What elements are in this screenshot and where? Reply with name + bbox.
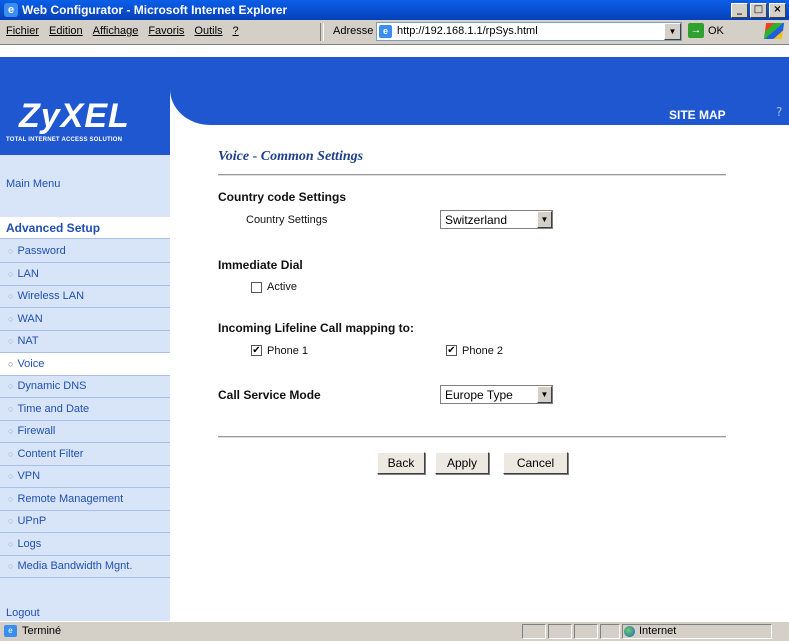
radio-icon: ○	[8, 404, 14, 414]
form-divider	[218, 436, 726, 438]
radio-icon: ○	[8, 291, 14, 301]
go-arrow-icon: →	[688, 23, 704, 38]
go-label: OK	[708, 24, 724, 37]
call-service-mode-select[interactable]: Europe Type ▼	[440, 385, 553, 404]
phone2-label: Phone 2	[462, 345, 503, 357]
active-checkbox[interactable]	[251, 282, 262, 293]
logo-tagline: TOTAL INTERNET ACCESS SOLUTION	[6, 137, 123, 143]
browser-menubar: Fichier Edition Affichage Favoris Outils…	[0, 20, 789, 45]
window-controls: _ □ ×	[731, 3, 786, 18]
sidebar-item-firewall[interactable]: ○ Firewall	[0, 420, 170, 443]
radio-icon: ○	[8, 471, 14, 481]
logout-link[interactable]: Logout	[0, 605, 170, 621]
radio-icon: ○	[8, 336, 14, 346]
address-label: Adresse	[333, 25, 374, 37]
go-button[interactable]: → OK	[688, 23, 724, 38]
address-url: http://192.168.1.1/rpSys.html	[397, 25, 538, 37]
phone2-checkbox[interactable]: ✔	[446, 345, 457, 356]
status-pane	[600, 624, 620, 639]
close-button[interactable]: ×	[769, 3, 786, 18]
maximize-button[interactable]: □	[750, 3, 767, 18]
sidebar-item-lan[interactable]: ○ LAN	[0, 263, 170, 286]
status-pane	[548, 624, 572, 639]
service-mode-heading: Call Service Mode	[218, 388, 321, 402]
page-content: SITE MAP ? ZyXEL TOTAL INTERNET ACCESS S…	[0, 45, 789, 621]
window-titlebar: e Web Configurator - Microsoft Internet …	[0, 0, 789, 20]
windows-logo-icon	[763, 23, 785, 39]
radio-icon: ○	[8, 381, 14, 391]
sidebar-item-dynamic-dns[interactable]: ○ Dynamic DNS	[0, 375, 170, 398]
radio-icon: ○	[8, 516, 14, 526]
apply-button[interactable]: Apply	[435, 452, 489, 474]
sidebar-item-media-bandwidth[interactable]: ○ Media Bandwidth Mgnt.	[0, 555, 170, 578]
address-dropdown-icon[interactable]: ▼	[664, 23, 681, 40]
advanced-setup-header: Advanced Setup	[0, 217, 170, 239]
browser-statusbar: e Terminé Internet	[0, 621, 789, 641]
radio-icon: ○	[8, 494, 14, 504]
active-label: Active	[267, 281, 297, 293]
phone1-checkbox[interactable]: ✔	[251, 345, 262, 356]
chevron-down-icon: ▼	[537, 211, 552, 228]
menu-fichier[interactable]: Fichier	[6, 25, 39, 37]
logo-area: ZyXEL TOTAL INTERNET ACCESS SOLUTION	[0, 87, 170, 155]
zyxel-logo: ZyXEL	[19, 97, 130, 135]
radio-icon: ○	[8, 426, 14, 436]
address-input[interactable]: e http://192.168.1.1/rpSys.html ▼	[376, 22, 682, 41]
cancel-button[interactable]: Cancel	[503, 452, 568, 474]
status-pane	[574, 624, 598, 639]
country-select[interactable]: Switzerland ▼	[440, 210, 553, 229]
sidebar-item-voice[interactable]: ○ Voice	[0, 353, 170, 376]
sidebar-item-logs[interactable]: ○ Logs	[0, 533, 170, 556]
sidebar-item-wan[interactable]: ○ WAN	[0, 308, 170, 331]
ie-icon: e	[4, 3, 18, 17]
radio-icon: ○	[8, 561, 14, 571]
sidebar-item-content-filter[interactable]: ○ Content Filter	[0, 443, 170, 466]
sidebar-item-vpn[interactable]: ○ VPN	[0, 465, 170, 488]
window-title: Web Configurator - Microsoft Internet Ex…	[22, 3, 288, 17]
sidebar-item-password[interactable]: ○ Password	[0, 240, 170, 263]
menu-affichage[interactable]: Affichage	[93, 25, 139, 37]
sidebar-item-time-and-date[interactable]: ○ Time and Date	[0, 398, 170, 421]
radio-icon: ○	[8, 539, 14, 549]
menu-outils[interactable]: Outils	[194, 25, 222, 37]
site-map-link[interactable]: SITE MAP	[669, 108, 726, 122]
sidebar-item-nat[interactable]: ○ NAT	[0, 330, 170, 353]
country-section-heading: Country code Settings	[218, 190, 347, 204]
radio-icon: ○	[8, 314, 14, 324]
page-done-icon: e	[4, 625, 17, 637]
radio-icon: ○	[8, 449, 14, 459]
phone1-label: Phone 1	[267, 345, 308, 357]
globe-icon	[624, 625, 635, 637]
lifeline-section-heading: Incoming Lifeline Call mapping to:	[218, 321, 415, 335]
title-divider	[218, 174, 726, 176]
header-band	[0, 57, 789, 87]
page-title: Voice - Common Settings	[218, 149, 364, 164]
security-zone: Internet	[624, 625, 676, 637]
zone-label: Internet	[639, 625, 677, 637]
radio-icon: ○	[8, 246, 14, 256]
back-button[interactable]: Back	[377, 452, 425, 474]
minimize-button[interactable]: _	[731, 3, 748, 18]
chevron-down-icon: ▼	[537, 386, 552, 403]
sidebar-item-wireless-lan[interactable]: ○ Wireless LAN	[0, 285, 170, 308]
status-text: Terminé	[22, 625, 62, 637]
toolbar-separator	[320, 23, 324, 41]
status-pane	[522, 624, 546, 639]
help-icon[interactable]: ?	[776, 105, 782, 119]
page-icon: e	[379, 25, 392, 38]
radio-icon: ○	[8, 359, 14, 369]
menu-favoris[interactable]: Favoris	[148, 25, 184, 37]
sidebar-item-upnp[interactable]: ○ UPnP	[0, 510, 170, 533]
main-menu-link[interactable]: Main Menu	[0, 173, 170, 195]
menu-help[interactable]: ?	[233, 25, 239, 37]
country-settings-label: Country Settings	[246, 214, 328, 226]
sidebar-item-remote-management[interactable]: ○ Remote Management	[0, 488, 170, 511]
menu-items: Fichier Edition Affichage Favoris Outils…	[6, 25, 249, 37]
immediate-dial-heading: Immediate Dial	[218, 258, 303, 272]
radio-icon: ○	[8, 269, 14, 279]
menu-edition[interactable]: Edition	[49, 25, 83, 37]
